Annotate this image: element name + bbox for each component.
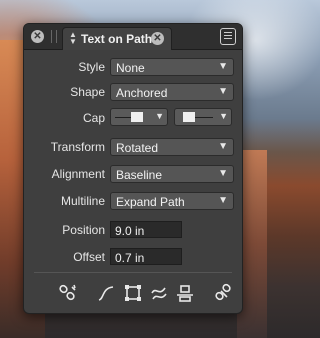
end-cap-button[interactable]: ▼ [174,108,232,126]
transform-label: Transform [50,140,105,154]
chevron-down-icon: ▼ [218,86,228,97]
start-cap-icon [131,112,143,122]
chevron-down-icon: ▼ [155,111,164,121]
alignment-label: Alignment [51,167,105,181]
multiline-dropdown[interactable]: Expand Path ▼ [110,192,234,210]
align-baseline-icon[interactable] [175,283,195,303]
shape-dropdown[interactable]: Anchored ▼ [110,83,234,101]
offset-value: 0.7 in [115,251,145,265]
chevron-down-icon: ▼ [218,141,228,152]
shape-label: Shape [70,85,105,99]
panel-menu-icon[interactable] [220,28,236,45]
tab-close-icon[interactable]: ✕ [151,32,164,45]
divider [34,272,232,273]
tab-text-on-path[interactable]: ▲ ▼ Text on Path ✕ [62,27,172,50]
end-cap-icon [183,112,195,122]
shape-value: Anchored [116,86,168,100]
tab-title: Text on Path [81,32,153,46]
offset-row: Offset 0.7 in [24,247,242,267]
unlink-text-icon[interactable] [58,283,78,303]
panel-titlebar[interactable]: ✕ ▲ ▼ Text on Path ✕ [24,24,242,50]
position-label: Position [62,223,105,237]
updown-arrows-icon: ▲ ▼ [69,30,77,46]
style-value: None [116,61,145,75]
drag-grip-icon[interactable] [51,30,57,43]
start-cap-button[interactable]: ▼ [110,108,168,126]
bounding-box-icon[interactable] [123,283,143,303]
alignment-row: Alignment Baseline ▼ [24,164,242,184]
multiline-row: Multiline Expand Path ▼ [24,191,242,211]
style-label: Style [78,60,105,74]
chevron-down-icon: ▼ [219,111,228,121]
alignment-value: Baseline [116,168,163,182]
position-field[interactable]: 9.0 in [110,221,182,238]
chevron-down-icon: ▼ [218,61,228,72]
offset-field[interactable]: 0.7 in [110,248,182,265]
chevron-down-icon: ▼ [218,168,228,179]
text-on-path-panel: ✕ ▲ ▼ Text on Path ✕ Style None ▼ Shape A… [23,23,243,314]
chevron-down-icon: ▼ [218,195,228,206]
panel-close-icon[interactable]: ✕ [31,30,44,43]
detach-icon[interactable] [214,283,234,303]
curve-path-icon[interactable] [96,283,116,303]
multiline-value: Expand Path [116,195,185,209]
wave-path-icon[interactable] [149,283,169,303]
offset-label: Offset [73,250,105,264]
shape-row: Shape Anchored ▼ [24,82,242,102]
alignment-dropdown[interactable]: Baseline ▼ [110,165,234,183]
cap-row: Cap ▼ ▼ [24,108,242,128]
transform-row: Transform Rotated ▼ [24,137,242,157]
position-row: Position 9.0 in [24,220,242,240]
position-value: 9.0 in [115,224,145,238]
cap-label: Cap [82,111,105,125]
multiline-label: Multiline [60,194,105,208]
transform-dropdown[interactable]: Rotated ▼ [110,138,234,156]
transform-value: Rotated [116,141,159,155]
style-row: Style None ▼ [24,57,242,77]
style-dropdown[interactable]: None ▼ [110,58,234,76]
